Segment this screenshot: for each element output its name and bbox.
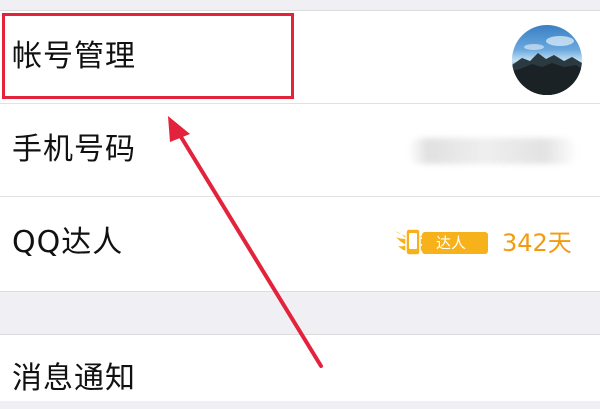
badge-label: 达人 bbox=[436, 234, 467, 252]
highlight-box bbox=[2, 13, 294, 99]
row-label: QQ达人 bbox=[12, 225, 124, 260]
row-qq-expert[interactable]: QQ达人 达人 342天 bbox=[0, 197, 600, 289]
blurred-phone-number bbox=[408, 138, 578, 164]
row-label: 手机号码 bbox=[12, 132, 136, 167]
avatar-image bbox=[512, 36, 582, 95]
row-phone-number[interactable]: 手机号码 bbox=[0, 104, 600, 196]
row-message-notification[interactable]: 消息通知 bbox=[0, 335, 600, 401]
settings-group-notifications: 消息通知 bbox=[0, 334, 600, 401]
row-label: 消息通知 bbox=[12, 361, 136, 396]
expert-days-count: 342天 bbox=[502, 229, 572, 257]
avatar[interactable] bbox=[512, 25, 582, 95]
qq-expert-badge: 达人 bbox=[392, 223, 492, 263]
